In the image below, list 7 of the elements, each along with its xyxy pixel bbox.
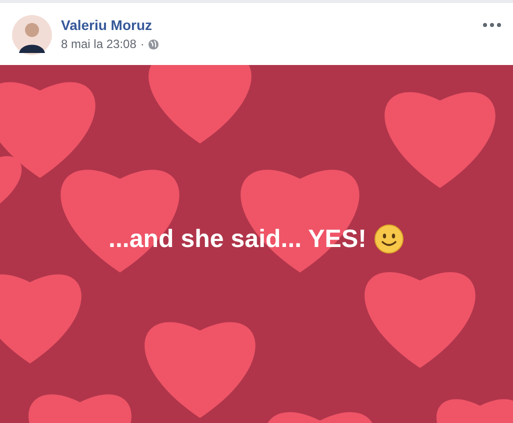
separator-dot: · (140, 37, 144, 51)
avatar-icon[interactable] (12, 15, 52, 55)
more-options-icon[interactable] (483, 23, 501, 27)
author-name[interactable]: Valeriu Moruz (61, 17, 474, 33)
post-text: ...and she said... YES! (108, 224, 366, 254)
smiley-icon (374, 224, 404, 254)
post-timestamp[interactable]: 8 mai la 23:08 (61, 37, 136, 51)
